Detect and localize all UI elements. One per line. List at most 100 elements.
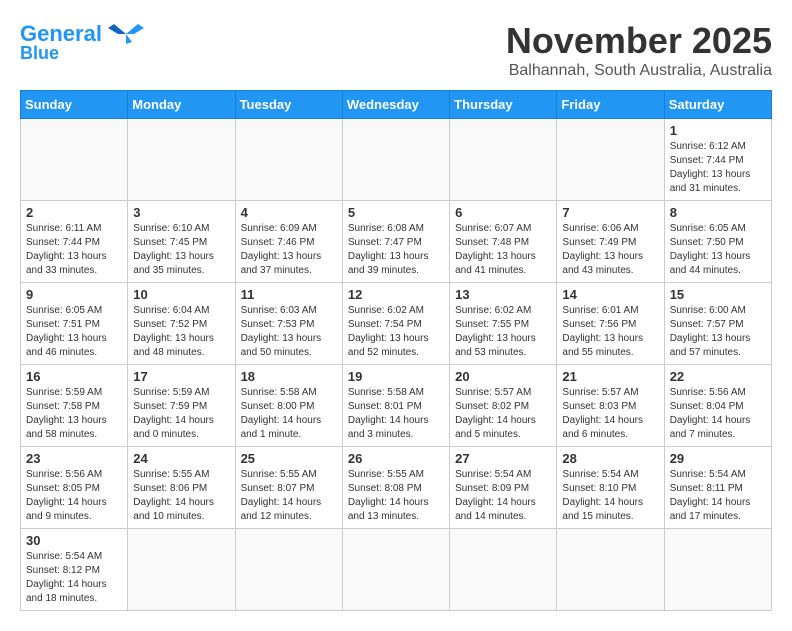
calendar-day-cell: 6Sunrise: 6:07 AM Sunset: 7:48 PM Daylig… [450, 201, 557, 283]
page-header: General Blue November 2025 Balhannah, So… [20, 20, 772, 80]
day-number: 7 [562, 205, 658, 220]
calendar-day-cell [557, 119, 664, 201]
day-info: Sunrise: 5:54 AM Sunset: 8:10 PM Dayligh… [562, 468, 658, 524]
day-number: 10 [133, 287, 229, 302]
day-info: Sunrise: 5:54 AM Sunset: 8:09 PM Dayligh… [455, 468, 551, 524]
day-info: Sunrise: 6:08 AM Sunset: 7:47 PM Dayligh… [348, 222, 444, 278]
day-info: Sunrise: 6:07 AM Sunset: 7:48 PM Dayligh… [455, 222, 551, 278]
calendar-day-cell: 15 Sunrise: 6:00 AM Sunset: 7:57 PM Dayli… [664, 283, 771, 365]
calendar-day-cell: 25 Sunrise: 5:55 AM Sunset: 8:07 PM Dayli… [235, 447, 342, 529]
day-info: Sunrise: 5:58 AM Sunset: 8:00 PM Dayligh… [241, 386, 337, 442]
calendar-day-cell: 9 Sunrise: 6:05 AM Sunset: 7:51 PM Daylig… [21, 283, 128, 365]
day-info: Sunrise: 5:56 AM Sunset: 8:04 PM Dayligh… [670, 386, 766, 442]
calendar-day-cell: 5 Sunrise: 6:08 AM Sunset: 7:47 PM Daylig… [342, 201, 449, 283]
title-block: November 2025 Balhannah, South Australia… [506, 20, 772, 80]
day-number: 8 [670, 205, 766, 220]
day-info: Sunrise: 6:05 AM Sunset: 7:51 PM Dayligh… [26, 304, 122, 360]
day-info: Sunrise: 5:58 AM Sunset: 8:01 PM Dayligh… [348, 386, 444, 442]
calendar-day-cell: 22 Sunrise: 5:56 AM Sunset: 8:04 PM Dayli… [664, 365, 771, 447]
day-number: 29 [670, 451, 766, 466]
calendar-day-cell [21, 119, 128, 201]
calendar-day-cell: 11 Sunrise: 6:03 AM Sunset: 7:53 PM Dayli… [235, 283, 342, 365]
day-info: Sunrise: 6:11 AM Sunset: 7:44 PM Dayligh… [26, 222, 122, 278]
day-of-week-header: Sunday [21, 91, 128, 119]
calendar-day-cell: 12 Sunrise: 6:02 AM Sunset: 7:54 PM Dayli… [342, 283, 449, 365]
calendar-day-cell [664, 529, 771, 611]
calendar-day-cell [128, 529, 235, 611]
day-info: Sunrise: 5:57 AM Sunset: 8:02 PM Dayligh… [455, 386, 551, 442]
calendar-table: SundayMondayTuesdayWednesdayThursdayFrid… [20, 90, 772, 611]
day-number: 22 [670, 369, 766, 384]
day-number: 4 [241, 205, 337, 220]
calendar-day-cell [342, 529, 449, 611]
day-info: Sunrise: 5:55 AM Sunset: 8:07 PM Dayligh… [241, 468, 337, 524]
day-number: 13 [455, 287, 551, 302]
day-number: 19 [348, 369, 444, 384]
day-info: Sunrise: 5:57 AM Sunset: 8:03 PM Dayligh… [562, 386, 658, 442]
calendar-day-cell [450, 119, 557, 201]
day-of-week-header: Saturday [664, 91, 771, 119]
day-number: 1 [670, 123, 766, 138]
calendar-week-row: 16Sunrise: 5:59 AM Sunset: 7:58 PM Dayli… [21, 365, 772, 447]
calendar-week-row: 9 Sunrise: 6:05 AM Sunset: 7:51 PM Daylig… [21, 283, 772, 365]
calendar-day-cell: 14Sunrise: 6:01 AM Sunset: 7:56 PM Dayli… [557, 283, 664, 365]
calendar-week-row: 2Sunrise: 6:11 AM Sunset: 7:44 PM Daylig… [21, 201, 772, 283]
day-number: 28 [562, 451, 658, 466]
day-number: 15 [670, 287, 766, 302]
day-info: Sunrise: 5:54 AM Sunset: 8:11 PM Dayligh… [670, 468, 766, 524]
day-number: 27 [455, 451, 551, 466]
calendar-day-cell: 17Sunrise: 5:59 AM Sunset: 7:59 PM Dayli… [128, 365, 235, 447]
calendar-day-cell: 23Sunrise: 5:56 AM Sunset: 8:05 PM Dayli… [21, 447, 128, 529]
day-number: 24 [133, 451, 229, 466]
calendar-day-cell [235, 119, 342, 201]
day-number: 11 [241, 287, 337, 302]
calendar-day-cell: 2Sunrise: 6:11 AM Sunset: 7:44 PM Daylig… [21, 201, 128, 283]
day-of-week-header: Tuesday [235, 91, 342, 119]
day-info: Sunrise: 6:04 AM Sunset: 7:52 PM Dayligh… [133, 304, 229, 360]
day-number: 14 [562, 287, 658, 302]
calendar-day-cell [450, 529, 557, 611]
day-number: 9 [26, 287, 122, 302]
day-info: Sunrise: 5:55 AM Sunset: 8:06 PM Dayligh… [133, 468, 229, 524]
calendar-day-cell: 13Sunrise: 6:02 AM Sunset: 7:55 PM Dayli… [450, 283, 557, 365]
day-number: 25 [241, 451, 337, 466]
calendar-day-cell [235, 529, 342, 611]
calendar-day-cell: 28 Sunrise: 5:54 AM Sunset: 8:10 PM Dayli… [557, 447, 664, 529]
calendar-day-cell: 27 Sunrise: 5:54 AM Sunset: 8:09 PM Dayli… [450, 447, 557, 529]
day-of-week-header: Thursday [450, 91, 557, 119]
logo: General Blue [20, 20, 146, 62]
day-info: Sunrise: 5:56 AM Sunset: 8:05 PM Dayligh… [26, 468, 122, 524]
logo-text: General [20, 23, 102, 45]
calendar-header-row: SundayMondayTuesdayWednesdayThursdayFrid… [21, 91, 772, 119]
day-info: Sunrise: 5:59 AM Sunset: 7:58 PM Dayligh… [26, 386, 122, 442]
day-number: 26 [348, 451, 444, 466]
day-info: Sunrise: 6:12 AM Sunset: 7:44 PM Dayligh… [670, 140, 766, 196]
calendar-day-cell: 26 Sunrise: 5:55 AM Sunset: 8:08 PM Dayli… [342, 447, 449, 529]
day-info: Sunrise: 6:05 AM Sunset: 7:50 PM Dayligh… [670, 222, 766, 278]
day-number: 5 [348, 205, 444, 220]
day-info: Sunrise: 6:00 AM Sunset: 7:57 PM Dayligh… [670, 304, 766, 360]
day-number: 17 [133, 369, 229, 384]
day-number: 3 [133, 205, 229, 220]
calendar-day-cell: 19 Sunrise: 5:58 AM Sunset: 8:01 PM Dayli… [342, 365, 449, 447]
month-title: November 2025 [506, 20, 772, 62]
day-number: 20 [455, 369, 551, 384]
day-of-week-header: Wednesday [342, 91, 449, 119]
day-of-week-header: Monday [128, 91, 235, 119]
calendar-day-cell: 10 Sunrise: 6:04 AM Sunset: 7:52 PM Dayli… [128, 283, 235, 365]
day-info: Sunrise: 5:55 AM Sunset: 8:08 PM Dayligh… [348, 468, 444, 524]
day-info: Sunrise: 6:02 AM Sunset: 7:54 PM Dayligh… [348, 304, 444, 360]
day-number: 21 [562, 369, 658, 384]
calendar-day-cell: 8 Sunrise: 6:05 AM Sunset: 7:50 PM Daylig… [664, 201, 771, 283]
calendar-week-row: 1 Sunrise: 6:12 AM Sunset: 7:44 PM Daylig… [21, 119, 772, 201]
day-info: Sunrise: 6:03 AM Sunset: 7:53 PM Dayligh… [241, 304, 337, 360]
calendar-day-cell [557, 529, 664, 611]
calendar-day-cell [342, 119, 449, 201]
day-number: 12 [348, 287, 444, 302]
day-of-week-header: Friday [557, 91, 664, 119]
calendar-day-cell: 16Sunrise: 5:59 AM Sunset: 7:58 PM Dayli… [21, 365, 128, 447]
calendar-day-cell: 7Sunrise: 6:06 AM Sunset: 7:49 PM Daylig… [557, 201, 664, 283]
logo-blue: Blue [20, 44, 59, 62]
day-info: Sunrise: 6:09 AM Sunset: 7:46 PM Dayligh… [241, 222, 337, 278]
calendar-week-row: 30Sunrise: 5:54 AM Sunset: 8:12 PM Dayli… [21, 529, 772, 611]
